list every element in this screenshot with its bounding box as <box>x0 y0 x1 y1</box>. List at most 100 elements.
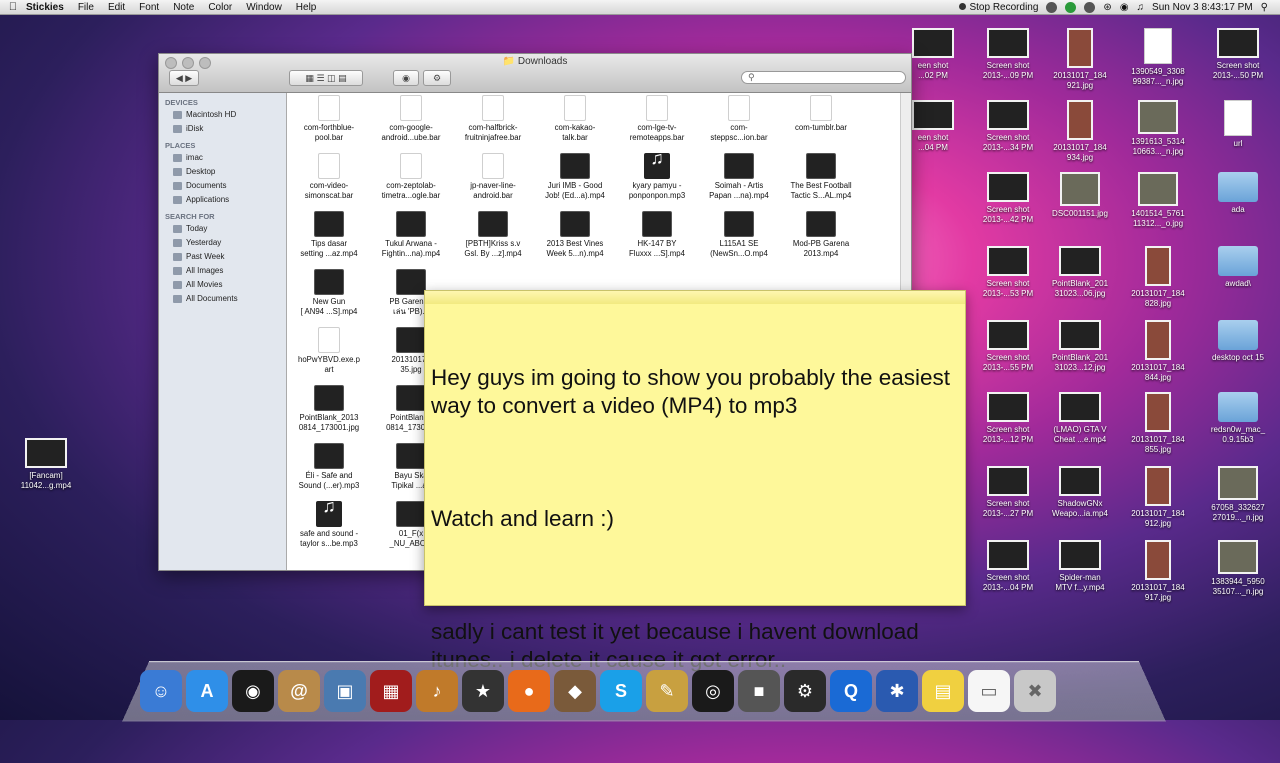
column-view-icon[interactable]: ◫ <box>327 73 336 84</box>
desktop-icon[interactable]: ada <box>1200 172 1276 215</box>
dog-app-icon[interactable]: ◆ <box>554 670 596 712</box>
sidebar-item-today[interactable]: Today <box>159 222 286 236</box>
sidebar-item-imac[interactable]: imac <box>159 151 286 165</box>
desktop-icon[interactable]: redsn0w_mac_ 0.9.15b3 <box>1200 392 1276 445</box>
file-item[interactable]: com-forthblue- pool.bar <box>287 95 371 143</box>
desktop-icon[interactable]: Screen shot 2013-...53 PM <box>970 246 1046 299</box>
desktop-icon[interactable]: 1391613_5314 10663..._n.jpg <box>1120 100 1196 157</box>
menu-edit[interactable]: Edit <box>108 2 125 13</box>
file-item[interactable]: jp-naver-line- android.bar <box>451 153 535 201</box>
desktop-icon[interactable]: url <box>1200 100 1276 149</box>
document-icon[interactable]: ▭ <box>968 670 1010 712</box>
file-item[interactable]: com- steppsc...ion.bar <box>697 95 781 143</box>
desktop-icon[interactable]: 20131017_184 917.jpg <box>1120 540 1196 603</box>
quicktime-icon[interactable]: Q <box>830 670 872 712</box>
file-item[interactable]: L115A1 SE (NewSn...O.mp4 <box>697 211 781 259</box>
coverflow-view-icon[interactable]: ▤ <box>338 73 347 84</box>
desktop-icon[interactable]: 1401514_5761 11312..._o.jpg <box>1120 172 1196 229</box>
file-item[interactable]: PointBlank_2013 0814_173001.jpg <box>287 385 371 433</box>
file-item[interactable]: com-halfbrick- fruitninjafree.bar <box>451 95 535 143</box>
file-item[interactable]: com-kakao- talk.bar <box>533 95 617 143</box>
desktop-icon[interactable]: PointBlank_201 31023...12.jpg <box>1042 320 1118 373</box>
bluetooth-status-icon[interactable]: ⊛ <box>1103 2 1111 13</box>
sidebar-item-idisk[interactable]: iDisk <box>159 122 286 136</box>
volume-icon[interactable]: ♫ <box>1137 2 1145 13</box>
file-item[interactable]: hoPwYBVD.exe.p art <box>287 327 371 375</box>
list-view-icon[interactable]: ☰ <box>316 73 324 84</box>
desktop-icon[interactable]: 20131017_184 921.jpg <box>1042 28 1118 91</box>
desktop-icon[interactable]: (LMAO) GTA V Cheat ...e.mp4 <box>1042 392 1118 445</box>
file-item[interactable]: Tips dasar setting ...az.mp4 <box>287 211 371 259</box>
desktop-icon[interactable]: 67058_332627 27019..._n.jpg <box>1200 466 1276 523</box>
desktop-icon-fancam[interactable]: [Fancam] 11042...g.mp4 <box>8 438 84 491</box>
quick-look-button[interactable]: ◉ <box>393 70 419 86</box>
status-icon-3[interactable] <box>1084 1 1096 13</box>
sidebar-item-yesterday[interactable]: Yesterday <box>159 236 286 250</box>
desktop-icon[interactable]: 20131017_184 912.jpg <box>1120 466 1196 529</box>
menu-color[interactable]: Color <box>208 2 232 13</box>
desktop-icon[interactable]: 1390549_3308 99387..._n.jpg <box>1120 28 1196 87</box>
file-item[interactable]: The Best Football Tactic S...AL.mp4 <box>779 153 863 201</box>
file-item[interactable]: ♫ safe and sound - taylor s...be.mp3 <box>287 497 371 549</box>
sticky-note[interactable]: Hey guys im going to show you probably t… <box>424 290 966 672</box>
sidebar-item-documents[interactable]: Documents <box>159 179 286 193</box>
desktop-icon[interactable]: awdad\ <box>1200 246 1276 289</box>
game-app-icon[interactable]: ■ <box>738 670 780 712</box>
wifi-icon[interactable]: ◉ <box>1120 2 1129 13</box>
address-book-icon[interactable]: @ <box>278 670 320 712</box>
photo-booth-icon[interactable]: ▦ <box>370 670 412 712</box>
sidebar-item-all-movies[interactable]: All Movies <box>159 278 286 292</box>
file-item[interactable]: ♫ kyary pamyu - ponponpon.mp3 <box>615 149 699 201</box>
desktop-icon[interactable]: Screen shot 2013-...12 PM <box>970 392 1046 445</box>
desktop-icon[interactable]: 20131017_184 934.jpg <box>1042 100 1118 163</box>
desktop-icon[interactable]: desktop oct 15 <box>1200 320 1276 363</box>
file-item[interactable]: Éli - Safe and Sound (...er).mp3 <box>287 443 371 491</box>
trash-icon[interactable]: ✖ <box>1014 670 1056 712</box>
desktop-icon[interactable]: Screen shot 2013-...04 PM <box>970 540 1046 593</box>
file-item[interactable]: com-google- android...ube.bar <box>369 95 453 143</box>
file-item[interactable]: Mod-PB Garena 2013.mp4 <box>779 211 863 259</box>
finder-titlebar[interactable]: 📁 Downloads ◀ ▶ ▦ ☰ ◫ ▤ ◉ ⚙ ⚲ <box>159 54 911 93</box>
desktop-icon[interactable]: Screen shot 2013-...34 PM <box>970 100 1046 153</box>
desktop-icon[interactable]: 20131017_184 844.jpg <box>1120 320 1196 383</box>
sidebar-item-applications[interactable]: Applications <box>159 193 286 207</box>
file-item[interactable]: com-tumblr.bar <box>779 95 863 133</box>
bluetooth-icon[interactable]: ✱ <box>876 670 918 712</box>
search-field[interactable]: ⚲ <box>741 71 906 84</box>
file-item[interactable]: Tukul Arwana - Fightin...na).mp4 <box>369 211 453 259</box>
menu-app-name[interactable]: Stickies <box>26 2 64 13</box>
sidebar-item-desktop[interactable]: Desktop <box>159 165 286 179</box>
back-forward-button[interactable]: ◀ ▶ <box>169 70 199 86</box>
spotlight-icon[interactable]: ⚲ <box>1261 2 1268 13</box>
file-item[interactable]: New Gun [ AN94 ...S].mp4 <box>287 269 371 317</box>
sticky-titlebar[interactable] <box>425 291 965 304</box>
menu-help[interactable]: Help <box>296 2 317 13</box>
file-item[interactable]: com-lge-tv- remoteapps.bar <box>615 95 699 143</box>
file-item[interactable]: Soimah - Artis Papan ...na).mp4 <box>697 153 781 201</box>
iphoto-icon[interactable]: ▣ <box>324 670 366 712</box>
steam-icon[interactable]: ⚙ <box>784 670 826 712</box>
desktop-icon[interactable]: Screen shot 2013-...42 PM <box>970 172 1046 225</box>
view-switcher[interactable]: ▦ ☰ ◫ ▤ <box>289 70 363 86</box>
stickies-icon[interactable]: ▤ <box>922 670 964 712</box>
action-button[interactable]: ⚙ <box>423 70 451 86</box>
status-icon-2[interactable] <box>1065 1 1077 13</box>
desktop-icon[interactable]: PointBlank_201 31023...06.jpg <box>1042 246 1118 299</box>
desktop-icon[interactable]: Screen shot 2013-...55 PM <box>970 320 1046 373</box>
desktop-icon[interactable]: ShadowGNx Weapo...ia.mp4 <box>1042 466 1118 519</box>
pencils-icon[interactable]: ✎ <box>646 670 688 712</box>
facetime-icon[interactable]: ◉ <box>232 670 274 712</box>
file-item[interactable]: Juri IMB - Good Job! (Ed...a).mp4 <box>533 153 617 201</box>
sidebar-item-macintosh-hd[interactable]: Macintosh HD <box>159 108 286 122</box>
skype-icon[interactable]: S <box>600 670 642 712</box>
menu-clock[interactable]: Sun Nov 3 8:43:17 PM <box>1152 2 1253 13</box>
desktop-icon[interactable]: Screen shot 2013-...09 PM <box>970 28 1046 81</box>
sidebar-item-all-images[interactable]: All Images <box>159 264 286 278</box>
file-item[interactable]: com-video- simonscat.bar <box>287 153 371 201</box>
firefox-icon[interactable]: ● <box>508 670 550 712</box>
finder-icon[interactable]: ☺ <box>140 670 182 712</box>
garageband-icon[interactable]: ♪ <box>416 670 458 712</box>
steering-wheel-icon[interactable]: ◎ <box>692 670 734 712</box>
file-item[interactable]: 2013 Best Vines Week 5...n).mp4 <box>533 211 617 259</box>
app-store-icon[interactable]: A <box>186 670 228 712</box>
